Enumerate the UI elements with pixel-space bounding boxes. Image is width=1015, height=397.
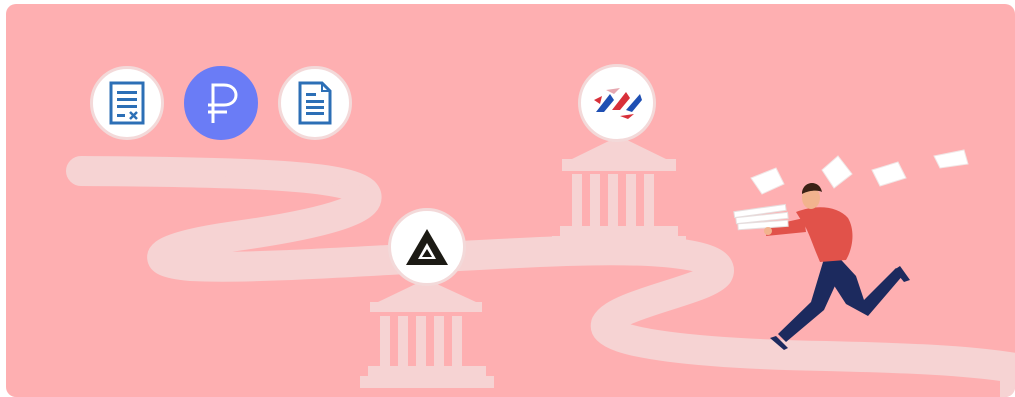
bank-logo-badge [578,64,656,142]
document-badge [278,66,352,140]
triangle-logo-icon [406,229,448,265]
illustration [6,4,1015,397]
hero-banner [6,4,1015,397]
bank-logo-icon [594,88,642,119]
ruble-icon [208,83,238,123]
banner-background [6,4,1015,397]
tax-document-badge [90,66,164,140]
ruble-badge [184,66,258,140]
tax-document-icon [109,81,145,125]
document-icon [298,81,332,125]
triangle-logo-badge [388,208,466,286]
